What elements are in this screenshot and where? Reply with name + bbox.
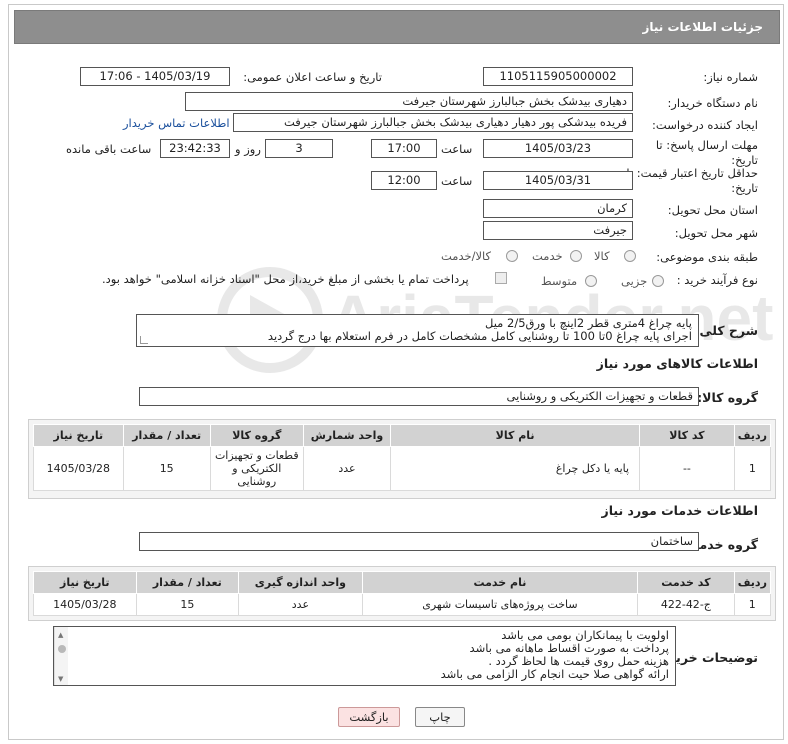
page-title: جزئیات اطلاعات نیاز [642, 20, 763, 34]
days-and-label: روز و [235, 142, 261, 156]
goods-col-code: کد کالا [639, 424, 735, 447]
announce-date-label: تاریخ و ساعت اعلان عمومی: [243, 70, 382, 84]
scroll-thumb-icon[interactable] [58, 645, 66, 653]
table-row[interactable]: 1 ج-42-422 ساخت پروژه‌های تاسیسات شهری ع… [33, 593, 772, 616]
services-group-field: ساختمان [139, 532, 699, 551]
reply-deadline-label: مهلت ارسال پاسخ: تا تاریخ: [655, 138, 758, 167]
goods-cell-qty: 15 [122, 446, 211, 491]
goods-col-unit: واحد شمارش [302, 424, 392, 447]
city-label: شهر محل تحویل: [674, 226, 758, 240]
purchase-medium-label: متوسط [541, 274, 578, 288]
purchase-minor-label: جزیی [621, 274, 648, 288]
services-col-unit: واحد اندازه گیری [238, 571, 363, 594]
purchase-medium-radio[interactable] [585, 275, 597, 287]
category-goods-service-radio[interactable] [506, 250, 518, 262]
province-field: کرمان [483, 199, 633, 218]
reply-time-label: ساعت [441, 142, 473, 156]
category-goods-radio[interactable] [624, 250, 636, 262]
remaining-time-field: 23:42:33 [160, 139, 230, 158]
buyer-contact-link[interactable]: اطلاعات تماس خریدار [123, 116, 230, 130]
goods-table: ردیف کد کالا نام کالا واحد شمارش گروه کا… [33, 424, 772, 491]
goods-cell-row: 1 [733, 446, 772, 491]
services-section-title: اطلاعات خدمات مورد نیاز [601, 503, 759, 518]
goods-col-date: تاریخ نیاز [33, 424, 124, 447]
category-service-radio[interactable] [570, 250, 582, 262]
services-cell-unit: عدد [238, 593, 363, 616]
price-validity-label: حداقل تاریخ اعتبار قیمت: تا تاریخ: [626, 166, 758, 195]
scroll-down-icon[interactable]: ▼ [58, 673, 63, 685]
buyer-notes-textarea[interactable]: اولویت با پیمانکاران بومی می باشد پرداخت… [53, 626, 676, 686]
resize-grip-icon[interactable] [140, 336, 148, 344]
goods-col-row: ردیف [733, 424, 772, 447]
services-cell-name: ساخت پروژه‌های تاسیسات شهری [361, 593, 639, 616]
goods-cell-code: -- [639, 446, 735, 491]
goods-group-field: قطعات و تجهیزات الکتریکی و روشنایی [139, 387, 699, 406]
city-field: جیرفت [483, 221, 633, 240]
services-cell-date: 1405/03/28 [33, 593, 137, 616]
description-textarea[interactable]: پایه چراغ 4متری قطر 2اینچ با ورق2/5 میل … [136, 314, 699, 347]
buyer-notes-scrollbar[interactable]: ▲ ▼ [54, 627, 68, 685]
goods-col-group: گروه کالا [209, 424, 304, 447]
category-service-label: خدمت [532, 249, 563, 263]
goods-group-label: گروه کالا: [697, 390, 758, 405]
services-col-code: کد خدمت [637, 571, 735, 594]
need-number-label: شماره نیاز: [703, 70, 758, 84]
treasury-payment-note: پرداخت تمام یا بخشی از مبلغ خرید،از محل … [102, 272, 469, 286]
reply-date-field: 1405/03/23 [483, 139, 633, 158]
goods-col-name: نام کالا [390, 424, 641, 447]
services-cell-qty: 15 [135, 593, 240, 616]
price-time-field: 12:00 [371, 171, 437, 190]
purchase-minor-radio[interactable] [652, 275, 664, 287]
table-row[interactable]: 1 -- پایه یا دکل چراغ عدد قطعات و تجهیزا… [33, 446, 772, 491]
days-count-field: 3 [265, 139, 333, 158]
price-time-label: ساعت [441, 174, 473, 188]
services-table: ردیف کد خدمت نام خدمت واحد اندازه گیری ت… [33, 571, 772, 616]
goods-cell-name: پایه یا دکل چراغ [390, 446, 641, 491]
purchase-type-label: نوع فرآیند خرید : [676, 273, 758, 287]
goods-cell-group: قطعات و تجهیزات الکتریکی و روشنایی [209, 446, 304, 491]
back-button[interactable]: بازگشت [338, 707, 400, 727]
goods-cell-unit: عدد [302, 446, 392, 491]
services-cell-code: ج-42-422 [637, 593, 735, 616]
print-button[interactable]: چاپ [415, 707, 465, 727]
services-col-date: تاریخ نیاز [33, 571, 137, 594]
goods-cell-date: 1405/03/28 [33, 446, 124, 491]
reply-time-field: 17:00 [371, 139, 437, 158]
category-goods-service-label: کالا/خدمت [441, 249, 492, 263]
category-goods-label: کالا [594, 249, 610, 263]
price-date-field: 1405/03/31 [483, 171, 633, 190]
scroll-up-icon[interactable]: ▲ [58, 629, 63, 642]
requester-label: ایجاد کننده درخواست: [652, 118, 758, 132]
need-number-field: 1105115905000002 [483, 67, 633, 86]
services-col-name: نام خدمت [361, 571, 639, 594]
announce-date-field: 1405/03/19 - 17:06 [80, 67, 230, 86]
header-bar: جزئیات اطلاعات نیاز [14, 10, 780, 44]
services-col-qty: تعداد / مقدار [135, 571, 240, 594]
treasury-payment-checkbox[interactable] [495, 272, 507, 284]
description-line-2: اجرای پایه چراغ 0تا 100 تا روشنایی کامل … [267, 329, 692, 343]
goods-section-title: اطلاعات کالاهای مورد نیاز [596, 356, 758, 371]
services-col-row: ردیف [733, 571, 772, 594]
goods-col-qty: تعداد / مقدار [122, 424, 211, 447]
buyer-org-label: نام دستگاه خریدار: [667, 96, 758, 110]
requester-field: فریده بیدشکی پور دهیار دهیاری بیدشک بخش … [233, 113, 633, 132]
remaining-time-label: ساعت باقی مانده [66, 142, 152, 156]
buyer-notes-line-4: ارائه گواهی صلا حیت انجام کار الزامی می … [440, 667, 669, 681]
province-label: استان محل تحویل: [667, 203, 758, 217]
category-label: طبقه بندی موضوعی: [656, 250, 758, 264]
buyer-org-field: دهیاری بیدشک بخش جبالبارز شهرستان جیرفت [185, 92, 633, 111]
services-cell-row: 1 [733, 593, 772, 616]
